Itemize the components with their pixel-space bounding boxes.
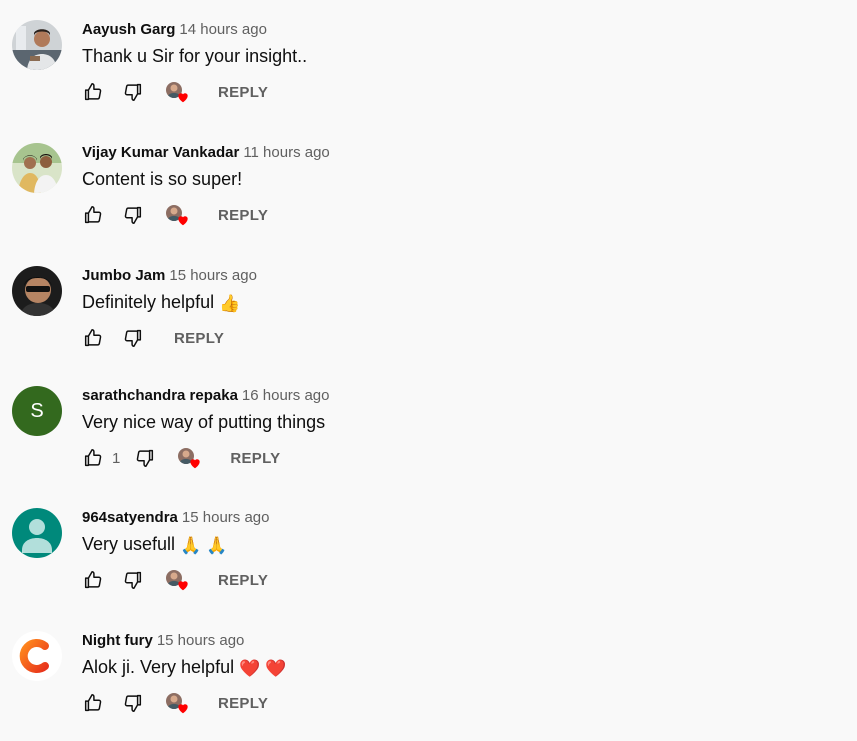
comment-text: Thank u Sir for your insight..: [82, 45, 307, 67]
like-button[interactable]: [82, 327, 104, 349]
comment-header: Night fury 15 hours ago: [82, 632, 244, 650]
dislike-button[interactable]: [122, 81, 144, 103]
default-person-icon: [12, 508, 62, 558]
comment-actions: REPLY: [82, 203, 268, 227]
thumb-up-icon: [82, 692, 104, 714]
comment-body: Content is so super!: [82, 169, 243, 189]
comment-text: Alok ji. Very helpful ❤️ ❤️: [82, 656, 286, 680]
heart-icon: [188, 456, 202, 470]
like-button[interactable]: [82, 204, 104, 226]
avatar[interactable]: [12, 20, 62, 70]
thumb-up-icon: [82, 204, 104, 226]
author-name[interactable]: Aayush Garg: [82, 21, 175, 38]
comment-text: Definitely helpful 👍: [82, 291, 240, 315]
comment-timestamp[interactable]: 15 hours ago: [169, 267, 257, 284]
comment-item: Jumbo Jam 15 hours ago Definitely helpful…: [12, 266, 842, 376]
comment-timestamp[interactable]: 15 hours ago: [182, 509, 270, 526]
avatar[interactable]: S: [12, 386, 62, 436]
comment-item: S sarathchandra repaka 16 hours ago Very …: [12, 386, 842, 496]
comment-body: Very nice way of putting things: [82, 412, 326, 432]
author-name[interactable]: Vijay Kumar Vankadar: [82, 144, 239, 161]
creator-heart-badge: [166, 80, 190, 104]
comment-actions: REPLY: [82, 568, 268, 592]
creator-heart-badge: [178, 446, 202, 470]
avatar[interactable]: [12, 143, 62, 193]
comment-body: Thank u Sir for your insight..: [82, 46, 308, 66]
comment-actions: REPLY: [82, 326, 224, 350]
reply-button[interactable]: REPLY: [230, 450, 280, 467]
comment-header: Jumbo Jam 15 hours ago: [82, 267, 257, 285]
dislike-button[interactable]: [134, 447, 156, 469]
avatar[interactable]: [12, 631, 62, 681]
heart-icon: [176, 90, 190, 104]
avatar-letter: S: [30, 399, 44, 422]
thumb-down-icon: [122, 569, 144, 591]
author-name[interactable]: Night fury: [82, 632, 153, 649]
reply-button[interactable]: REPLY: [174, 330, 224, 347]
thumb-down-icon: [122, 81, 144, 103]
creator-heart-badge: [166, 203, 190, 227]
thumb-up-icon: [82, 81, 104, 103]
creator-heart-badge: [166, 691, 190, 715]
comment-text: Very nice way of putting things: [82, 411, 325, 433]
thumb-up-icon: [82, 569, 104, 591]
like-count: 1: [112, 449, 121, 467]
reply-button[interactable]: REPLY: [218, 84, 268, 101]
comment-actions: REPLY: [82, 691, 268, 715]
comment-header: Vijay Kumar Vankadar 11 hours ago: [82, 144, 330, 162]
comment-text: Very usefull 🙏 🙏: [82, 533, 227, 557]
author-name[interactable]: 964satyendra: [82, 509, 178, 526]
heart-icon: [176, 578, 190, 592]
author-name[interactable]: sarathchandra repaka: [82, 387, 238, 404]
comment-body: Alok ji. Very helpful: [82, 657, 235, 677]
dislike-button[interactable]: [122, 569, 144, 591]
comment-item: Night fury 15 hours ago Alok ji. Very hel…: [12, 631, 842, 741]
heart-icon: [176, 213, 190, 227]
reply-button[interactable]: REPLY: [218, 207, 268, 224]
thumb-down-icon: [122, 692, 144, 714]
creator-heart-badge: [166, 568, 190, 592]
comment-body: Very usefull: [82, 534, 176, 554]
comment-text: Content is so super!: [82, 168, 242, 190]
reply-button[interactable]: REPLY: [218, 572, 268, 589]
reply-button[interactable]: REPLY: [218, 695, 268, 712]
dislike-button[interactable]: [122, 327, 144, 349]
avatar[interactable]: [12, 266, 62, 316]
folded-hands-emoji: 🙏 🙏: [180, 536, 228, 555]
comment-actions: REPLY: [82, 80, 268, 104]
comment-item: 964satyendra 15 hours ago Very usefull 🙏 …: [12, 508, 842, 618]
like-button[interactable]: [82, 81, 104, 103]
dislike-button[interactable]: [122, 692, 144, 714]
comment-header: sarathchandra repaka 16 hours ago: [82, 387, 330, 405]
comment-timestamp[interactable]: 14 hours ago: [179, 21, 267, 38]
comment-body: Definitely helpful: [82, 292, 215, 312]
comment-actions: 1 REPLY: [82, 446, 280, 470]
thumb-down-icon: [122, 204, 144, 226]
avatar[interactable]: [12, 508, 62, 558]
heart-icon: [176, 701, 190, 715]
dislike-button[interactable]: [122, 204, 144, 226]
comment-item: Aayush Garg 14 hours ago Thank u Sir for …: [12, 20, 842, 130]
red-heart-emoji: ❤️ ❤️: [239, 659, 287, 678]
logo-c-icon: [12, 631, 62, 681]
comment-timestamp[interactable]: 16 hours ago: [242, 387, 330, 404]
author-name[interactable]: Jumbo Jam: [82, 267, 165, 284]
thumb-down-icon: [122, 327, 144, 349]
comment-timestamp[interactable]: 11 hours ago: [243, 144, 329, 161]
comment-item: Vijay Kumar Vankadar 11 hours ago Content…: [12, 143, 842, 253]
thumb-down-icon: [134, 447, 156, 469]
thumb-up-icon: [82, 327, 104, 349]
like-button[interactable]: [82, 692, 104, 714]
like-button[interactable]: [82, 447, 104, 469]
comment-header: 964satyendra 15 hours ago: [82, 509, 269, 527]
thumb-up-icon: [82, 447, 104, 469]
thumbs-up-emoji: 👍: [219, 294, 241, 313]
comment-header: Aayush Garg 14 hours ago: [82, 21, 267, 39]
comment-timestamp[interactable]: 15 hours ago: [157, 632, 245, 649]
like-button[interactable]: [82, 569, 104, 591]
